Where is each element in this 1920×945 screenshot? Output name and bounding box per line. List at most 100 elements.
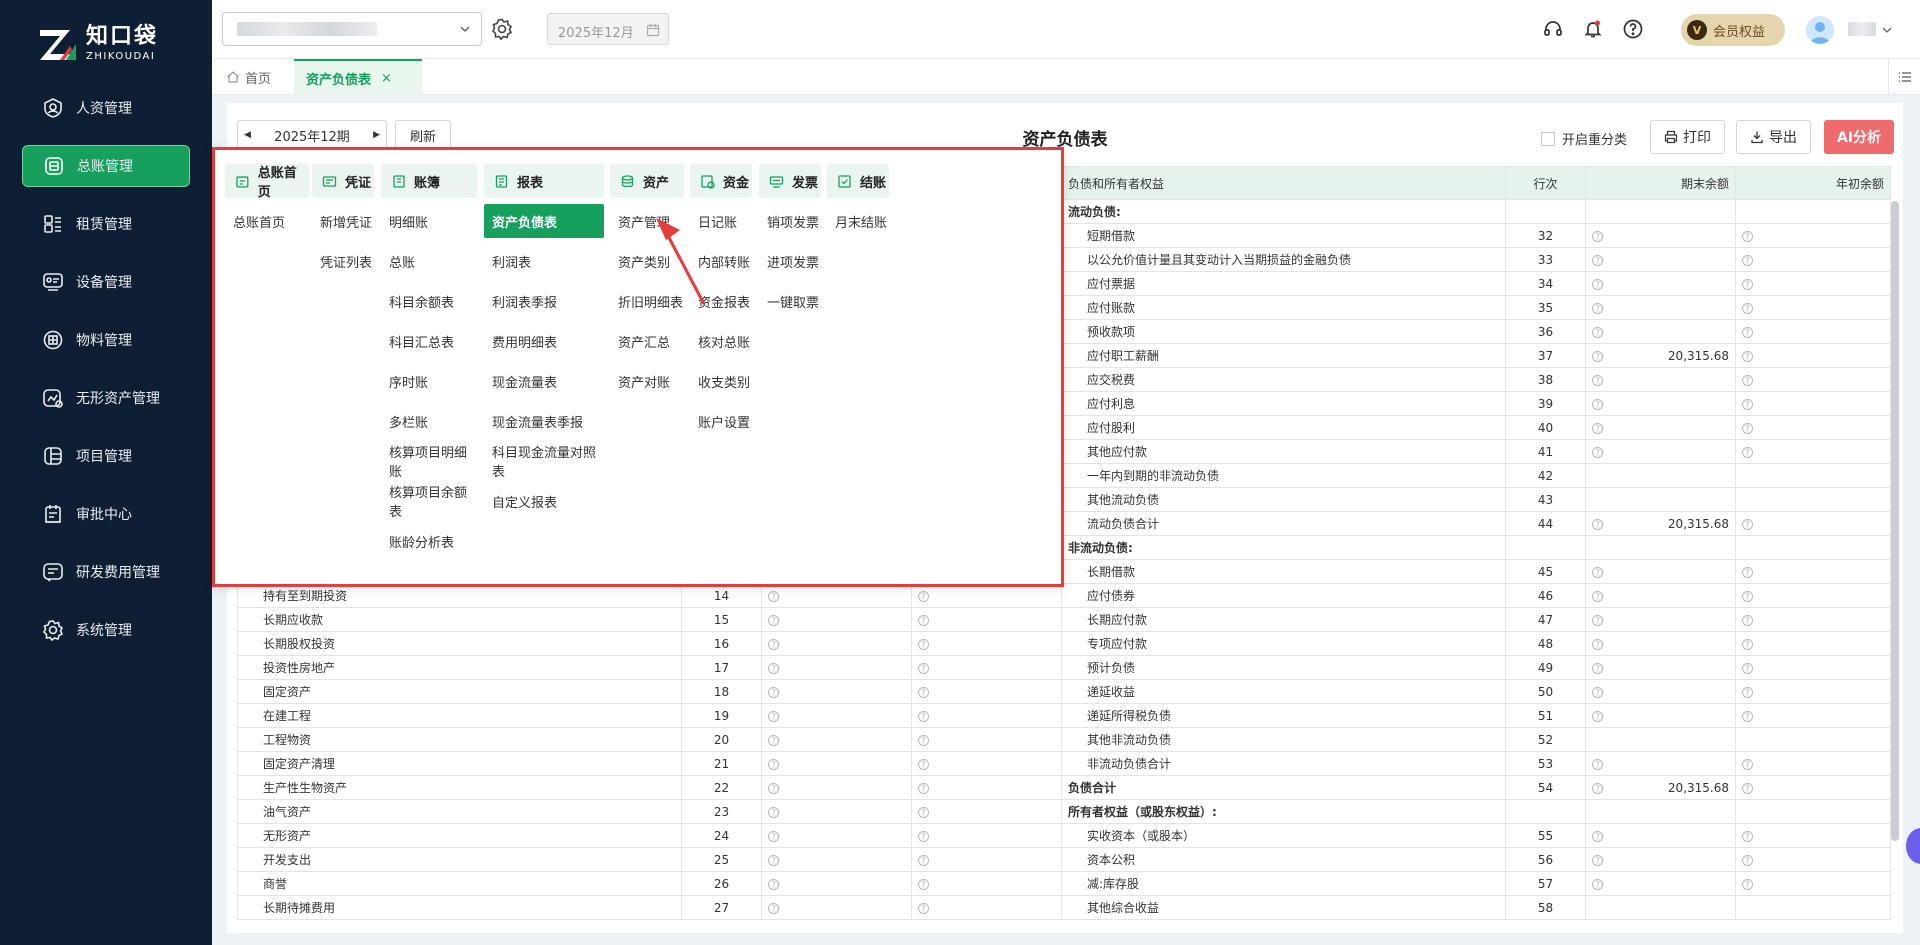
help-circle-icon[interactable]: ? bbox=[1742, 374, 1753, 386]
liab-begin-cell[interactable]: ? bbox=[1735, 391, 1891, 416]
help-circle-icon[interactable]: ? bbox=[768, 686, 779, 698]
help-circle-icon[interactable]: ? bbox=[1742, 518, 1753, 530]
menu-item[interactable]: 新增凭证 bbox=[312, 201, 374, 241]
help-circle-icon[interactable]: ? bbox=[768, 806, 779, 818]
avatar[interactable] bbox=[1806, 16, 1834, 44]
help-circle-icon[interactable]: ? bbox=[1742, 566, 1753, 578]
asset-end-cell[interactable]: ? bbox=[761, 871, 912, 896]
menu-header[interactable]: 发票 bbox=[759, 164, 821, 198]
liab-end-cell[interactable] bbox=[1585, 199, 1736, 224]
liab-begin-cell[interactable]: ? bbox=[1735, 559, 1891, 584]
help-circle-icon[interactable]: ? bbox=[918, 638, 929, 650]
logo[interactable]: 知口袋 ZHIKOUDAI bbox=[36, 22, 158, 66]
asset-end-cell[interactable]: ? bbox=[761, 727, 912, 752]
liab-end-cell[interactable]: ? bbox=[1585, 655, 1736, 680]
help-circle-icon[interactable]: ? bbox=[1592, 758, 1603, 770]
menu-item[interactable]: 利润表 bbox=[484, 241, 604, 281]
liab-begin-cell[interactable]: ? bbox=[1735, 775, 1891, 800]
help-circle-icon[interactable]: ? bbox=[1592, 854, 1603, 866]
help-circle-icon[interactable]: ? bbox=[1742, 614, 1753, 626]
user-name-blurred[interactable] bbox=[1848, 22, 1876, 36]
help-circle-icon[interactable]: ? bbox=[768, 734, 779, 746]
help-circle-icon[interactable]: ? bbox=[1592, 374, 1603, 386]
help-circle-icon[interactable]: ? bbox=[918, 854, 929, 866]
help-circle-icon[interactable]: ? bbox=[768, 830, 779, 842]
liab-end-cell[interactable]: ? bbox=[1585, 607, 1736, 632]
liab-end-cell[interactable]: ? bbox=[1585, 847, 1736, 872]
asset-end-cell[interactable]: ? bbox=[761, 679, 912, 704]
liab-begin-cell[interactable]: ? bbox=[1735, 631, 1891, 656]
help-circle-icon[interactable]: ? bbox=[1742, 686, 1753, 698]
asset-begin-cell[interactable]: ? bbox=[911, 847, 1062, 872]
tab-home[interactable]: 首页 bbox=[226, 59, 271, 95]
asset-end-cell[interactable]: ? bbox=[761, 631, 912, 656]
help-circle-icon[interactable]: ? bbox=[768, 758, 779, 770]
chat-widget-button[interactable] bbox=[1906, 828, 1920, 864]
liab-end-cell[interactable]: ? bbox=[1585, 751, 1736, 776]
help-circle-icon[interactable]: ? bbox=[1742, 830, 1753, 842]
help-circle-icon[interactable]: ? bbox=[768, 614, 779, 626]
liab-end-cell[interactable]: ? bbox=[1585, 391, 1736, 416]
menu-item[interactable]: 现金流量表季报 bbox=[484, 401, 604, 441]
liab-end-cell[interactable]: ? 20,315.68 bbox=[1585, 775, 1736, 800]
menu-item[interactable]: 进项发票 bbox=[759, 241, 821, 281]
liab-end-cell[interactable]: ? bbox=[1585, 823, 1736, 848]
menu-item[interactable]: 收支类别 bbox=[690, 361, 752, 401]
liab-begin-cell[interactable] bbox=[1735, 535, 1891, 560]
menu-item[interactable]: 明细账 bbox=[381, 201, 477, 241]
settings-gear-icon[interactable] bbox=[490, 17, 514, 41]
asset-end-cell[interactable]: ? bbox=[761, 799, 912, 824]
help-circle-icon[interactable]: ? bbox=[1592, 446, 1603, 458]
help-circle-icon[interactable]: ? bbox=[1742, 710, 1753, 722]
help-circle-icon[interactable]: ? bbox=[1742, 590, 1753, 602]
asset-end-cell[interactable]: ? bbox=[761, 823, 912, 848]
liab-begin-cell[interactable]: ? bbox=[1735, 247, 1891, 272]
help-circle-icon[interactable]: ? bbox=[1592, 566, 1603, 578]
menu-item[interactable]: 凭证列表 bbox=[312, 241, 374, 281]
menu-item[interactable]: 资产汇总 bbox=[610, 321, 684, 361]
liab-end-cell[interactable]: ? bbox=[1585, 439, 1736, 464]
menu-header[interactable]: 账簿 bbox=[381, 164, 477, 198]
asset-end-cell[interactable]: ? bbox=[761, 775, 912, 800]
tabs-menu-button[interactable] bbox=[1888, 59, 1920, 95]
liab-begin-cell[interactable]: ? bbox=[1735, 679, 1891, 704]
help-circle-icon[interactable]: ? bbox=[918, 734, 929, 746]
menu-item[interactable]: 一键取票 bbox=[759, 281, 821, 321]
help-circle-icon[interactable]: ? bbox=[918, 614, 929, 626]
menu-item[interactable]: 账龄分析表 bbox=[381, 521, 477, 561]
help-circle-icon[interactable]: ? bbox=[1592, 782, 1603, 794]
asset-begin-cell[interactable]: ? bbox=[911, 727, 1062, 752]
menu-item[interactable]: 利润表季报 bbox=[484, 281, 604, 321]
liab-begin-cell[interactable] bbox=[1735, 463, 1891, 488]
help-circle-icon[interactable]: ? bbox=[768, 854, 779, 866]
liab-end-cell[interactable]: ? bbox=[1585, 583, 1736, 608]
liab-end-cell[interactable]: ? bbox=[1585, 631, 1736, 656]
help-circle-icon[interactable]: ? bbox=[1592, 422, 1603, 434]
help-circle-icon[interactable]: ? bbox=[918, 806, 929, 818]
company-select[interactable] bbox=[222, 12, 482, 46]
menu-header[interactable]: 资金 bbox=[690, 164, 752, 198]
menu-item[interactable]: 月末结账 bbox=[827, 201, 889, 241]
liab-end-cell[interactable] bbox=[1585, 487, 1736, 512]
help-circle-icon[interactable]: ? bbox=[918, 662, 929, 674]
liab-begin-cell[interactable]: ? bbox=[1735, 823, 1891, 848]
sidebar-item-ledger[interactable]: 总账管理 bbox=[22, 145, 190, 187]
liab-end-cell[interactable]: ? bbox=[1585, 271, 1736, 296]
help-circle-icon[interactable]: ? bbox=[1592, 710, 1603, 722]
reclassify-checkbox[interactable] bbox=[1541, 131, 1555, 146]
help-circle-icon[interactable]: ? bbox=[1742, 854, 1753, 866]
liab-begin-cell[interactable]: ? bbox=[1735, 583, 1891, 608]
asset-begin-cell[interactable]: ? bbox=[911, 751, 1062, 776]
menu-item[interactable]: 自定义报表 bbox=[484, 481, 604, 521]
help-circle-icon[interactable]: ? bbox=[1742, 662, 1753, 674]
help-circle-icon[interactable]: ? bbox=[1592, 302, 1603, 314]
help-circle-icon[interactable]: ? bbox=[1592, 278, 1603, 290]
asset-end-cell[interactable]: ? bbox=[761, 751, 912, 776]
liab-end-cell[interactable]: ? 20,315.68 bbox=[1585, 343, 1736, 368]
menu-header[interactable]: 凭证 bbox=[312, 164, 374, 198]
liab-begin-cell[interactable]: ? bbox=[1735, 871, 1891, 896]
headset-icon[interactable] bbox=[1542, 18, 1564, 40]
liab-begin-cell[interactable]: ? bbox=[1735, 439, 1891, 464]
help-circle-icon[interactable]: ? bbox=[918, 710, 929, 722]
liab-begin-cell[interactable]: ? bbox=[1735, 655, 1891, 680]
